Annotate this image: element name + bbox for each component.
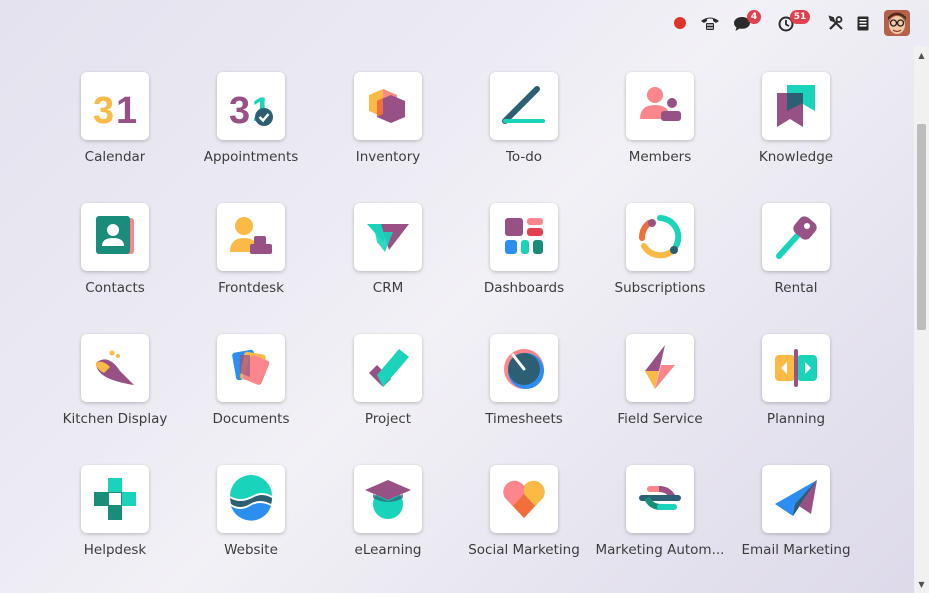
marketing-automation-icon <box>639 486 681 510</box>
project-icon <box>369 349 409 387</box>
app-contacts[interactable]: Contacts <box>47 203 183 313</box>
app-label: Planning <box>766 411 826 427</box>
app-label: Calendar <box>84 149 146 165</box>
field-service-icon <box>645 345 675 389</box>
email-marketing-icon <box>775 480 817 516</box>
app-label: Rental <box>774 280 818 296</box>
elearning-icon <box>365 480 411 519</box>
app-helpdesk[interactable]: Helpdesk <box>47 465 183 575</box>
app-label: Knowledge <box>758 149 834 165</box>
app-subscriptions[interactable]: Subscriptions <box>592 203 728 313</box>
app-label: CRM <box>372 280 404 296</box>
app-label: Helpdesk <box>83 542 147 558</box>
app-email-marketing[interactable]: Email Marketing <box>728 465 864 575</box>
app-label: Website <box>224 542 278 558</box>
subscriptions-icon <box>639 215 682 259</box>
planning-icon <box>775 349 817 387</box>
app-dashboards[interactable]: Dashboards <box>456 203 592 313</box>
app-label: Appointments <box>203 149 299 165</box>
app-social-marketing[interactable]: Social Marketing <box>456 465 592 575</box>
scroll-down-icon[interactable]: ▼ <box>914 577 929 591</box>
helpdesk-icon <box>94 478 136 520</box>
chat-badge: 4 <box>747 10 761 24</box>
app-calendar[interactable]: 3 1 Calendar <box>47 72 183 182</box>
app-label: Members <box>628 149 692 165</box>
app-knowledge[interactable]: Knowledge <box>728 72 864 182</box>
phone-icon[interactable] <box>698 10 722 36</box>
timesheets-icon <box>504 349 544 389</box>
app-documents[interactable]: Documents <box>183 334 319 444</box>
appointments-icon: 3 1 <box>229 90 273 131</box>
scroll-thumb[interactable] <box>917 124 926 330</box>
todo-icon <box>502 86 545 124</box>
app-rental[interactable]: Rental <box>728 203 864 313</box>
app-label: Frontdesk <box>218 280 284 296</box>
social-marketing-icon <box>503 480 545 518</box>
kitchen-display-icon <box>96 350 134 385</box>
website-icon <box>230 475 272 521</box>
app-elearning[interactable]: eLearning <box>320 465 456 575</box>
app-label: Inventory <box>355 149 421 165</box>
document-icon[interactable] <box>854 10 872 36</box>
crm-icon <box>367 224 409 252</box>
app-label: Marketing Autom... <box>595 542 725 558</box>
svg-text:3: 3 <box>229 90 250 131</box>
app-label: Social Marketing <box>468 542 580 558</box>
dashboards-icon <box>505 218 543 254</box>
rental-icon <box>776 216 817 259</box>
app-appointments[interactable]: 3 1 Appointments <box>183 72 319 182</box>
inventory-icon <box>369 89 405 123</box>
app-label: Project <box>364 411 412 427</box>
svg-text:3: 3 <box>93 90 114 131</box>
app-inventory[interactable]: Inventory <box>320 72 456 182</box>
contacts-icon <box>96 216 134 254</box>
scroll-up-icon[interactable]: ▲ <box>914 48 929 62</box>
app-label: Email Marketing <box>741 542 851 558</box>
app-planning[interactable]: Planning <box>728 334 864 444</box>
app-label: eLearning <box>354 542 422 558</box>
app-label: Contacts <box>85 280 145 296</box>
app-label: Kitchen Display <box>62 411 168 427</box>
app-field-service[interactable]: Field Service <box>592 334 728 444</box>
app-label: Field Service <box>617 411 703 427</box>
activity-badge: 51 <box>790 10 810 24</box>
app-label: Subscriptions <box>614 280 706 296</box>
knowledge-icon <box>777 85 815 127</box>
app-timesheets[interactable]: Timesheets <box>456 334 592 444</box>
avatar[interactable] <box>884 10 910 36</box>
app-label: Dashboards <box>483 280 565 296</box>
app-label: To-do <box>505 149 543 165</box>
scrollbar[interactable]: ▲ ▼ <box>914 46 929 593</box>
documents-icon <box>232 349 270 385</box>
app-kitchen-display[interactable]: Kitchen Display <box>47 334 183 444</box>
app-label: Timesheets <box>485 411 563 427</box>
activity-button[interactable]: 51 <box>778 10 810 36</box>
app-label: Documents <box>212 411 290 427</box>
frontdesk-icon <box>230 217 272 254</box>
app-crm[interactable]: CRM <box>320 203 456 313</box>
app-frontdesk[interactable]: Frontdesk <box>183 203 319 313</box>
app-members[interactable]: Members <box>592 72 728 182</box>
chat-button[interactable]: 4 <box>733 10 761 36</box>
app-todo[interactable]: To-do <box>456 72 592 182</box>
members-icon <box>640 87 681 121</box>
svg-text:1: 1 <box>116 90 137 131</box>
app-marketing-automation[interactable]: Marketing Autom... <box>592 465 728 575</box>
tools-icon[interactable] <box>826 10 846 36</box>
app-project[interactable]: Project <box>320 334 456 444</box>
calendar-icon: 3 1 <box>93 90 137 131</box>
app-website[interactable]: Website <box>183 465 319 575</box>
record-dot-icon[interactable] <box>673 10 687 36</box>
top-bar: 4 51 <box>0 0 929 46</box>
